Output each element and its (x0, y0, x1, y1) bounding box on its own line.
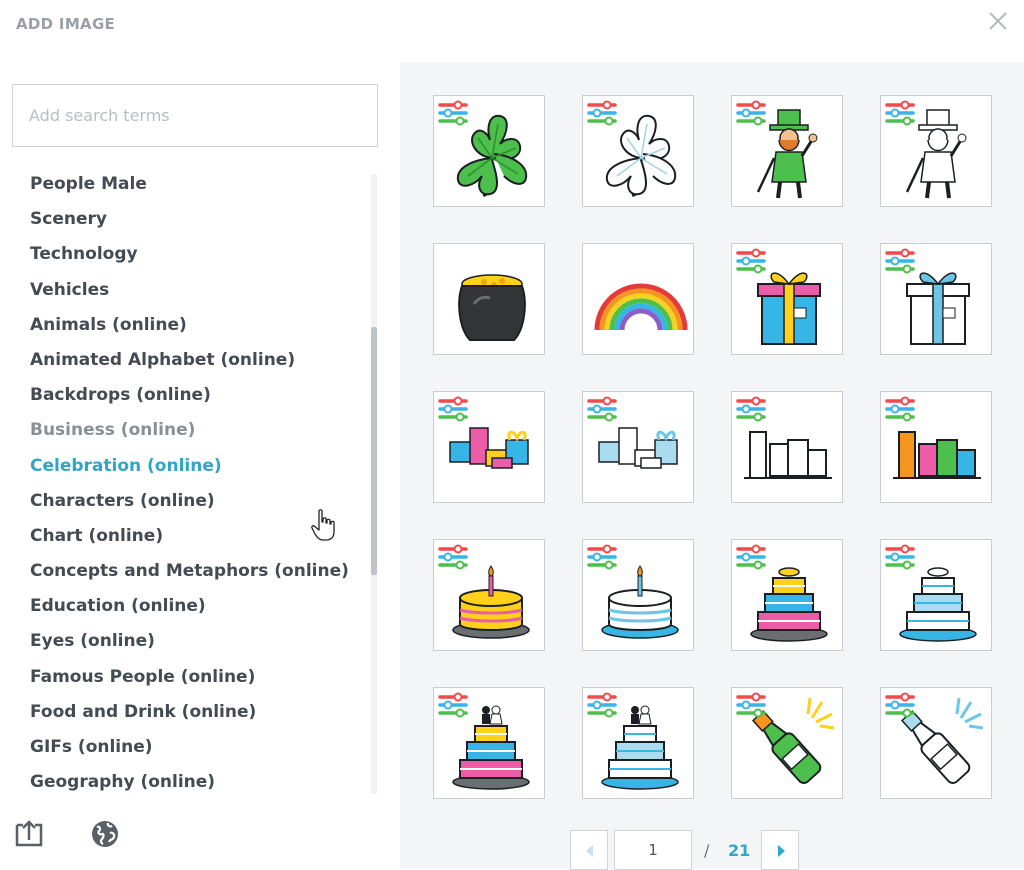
category-item[interactable]: Technology (0, 237, 380, 272)
image-thumbnail[interactable] (433, 95, 545, 207)
image-thumbnail[interactable] (582, 95, 694, 207)
animated-badge-icon (885, 100, 915, 126)
upload-icon (15, 820, 43, 847)
leprechaun-outline-icon (885, 100, 967, 199)
image-thumbnail[interactable] (433, 687, 545, 799)
birthday-cake-blue-icon (587, 544, 679, 639)
birthday-cake-color-icon (438, 544, 530, 639)
image-thumbnail[interactable] (582, 539, 694, 651)
category-item[interactable]: Backdrops (online) (0, 378, 380, 413)
category-item[interactable]: Animals (online) (0, 308, 380, 343)
image-thumbnail[interactable] (582, 687, 694, 799)
chevron-right-icon (778, 845, 785, 857)
wedding-cake-color-icon (438, 692, 530, 790)
dialog-title: ADD IMAGE (16, 15, 116, 33)
gift-bags-color-icon (885, 396, 981, 479)
category-item[interactable]: Geography (online) (0, 765, 380, 797)
image-thumbnail[interactable] (731, 95, 843, 207)
page-separator: / (704, 841, 710, 860)
image-thumbnail[interactable] (731, 539, 843, 651)
animated-badge-icon (736, 544, 766, 570)
category-item[interactable]: Celebration (online) (0, 449, 380, 484)
image-thumbnail[interactable] (582, 243, 694, 355)
category-panel: People MaleSceneryTechnologyVehiclesAnim… (0, 62, 400, 869)
animated-badge-icon (885, 692, 915, 718)
animated-badge-icon (885, 544, 915, 570)
category-item[interactable]: Animated Alphabet (online) (0, 343, 380, 378)
category-item[interactable]: Food and Drink (online) (0, 695, 380, 730)
animated-badge-icon (885, 396, 915, 422)
scrollbar-thumb[interactable] (371, 327, 377, 575)
close-icon (989, 12, 1007, 30)
category-item[interactable]: Vehicles (0, 273, 380, 308)
upload-button[interactable] (12, 817, 46, 851)
image-results-panel: / 21 (400, 62, 1024, 870)
animated-badge-icon (438, 100, 468, 126)
category-item[interactable]: Famous People (online) (0, 660, 380, 695)
hand-cursor-icon (311, 509, 335, 541)
page-number-input[interactable] (614, 830, 692, 870)
shamrock-green-icon (438, 100, 528, 198)
leprechaun-color-icon (736, 100, 818, 199)
tiered-cake-blue-icon (885, 544, 977, 642)
gift-box-color-icon (736, 248, 821, 345)
category-list-container: People Male Scenery Technology Vehicles Anim… (0, 167, 380, 797)
image-thumbnail[interactable] (880, 243, 992, 355)
animated-badge-icon (438, 692, 468, 718)
category-item[interactable]: Concepts and Metaphors (online) (0, 554, 380, 589)
image-thumbnail[interactable] (880, 391, 992, 503)
animated-badge-icon (736, 248, 766, 274)
category-item[interactable]: Business (online) (0, 413, 380, 448)
wedding-cake-blue-icon (587, 692, 679, 790)
image-thumbnail[interactable] (433, 243, 545, 355)
gift-bags-blue-icon (736, 396, 832, 479)
shamrock-outline-icon (587, 100, 677, 198)
bottom-toolbar (0, 817, 400, 867)
category-list: People Male Scenery Technology Vehicles Anim… (0, 167, 380, 797)
web-search-button[interactable] (88, 817, 122, 851)
category-item[interactable]: Scenery (0, 202, 380, 237)
rainbow-icon (594, 283, 688, 331)
image-thumbnail[interactable] (433, 391, 545, 503)
champagne-bottle-color-icon (736, 692, 835, 784)
animated-badge-icon (587, 396, 617, 422)
image-thumbnail[interactable] (433, 539, 545, 651)
category-item[interactable]: Eyes (online) (0, 624, 380, 659)
image-thumbnail[interactable] (880, 687, 992, 799)
image-thumbnail[interactable] (731, 243, 843, 355)
tiered-cake-color-icon (736, 544, 828, 642)
total-pages: 21 (728, 841, 751, 860)
champagne-bottle-blue-icon (885, 692, 984, 784)
image-thumbnail[interactable] (582, 391, 694, 503)
chevron-left-icon (586, 845, 593, 857)
gift-pile-color-icon (438, 396, 529, 469)
next-page-button[interactable] (761, 830, 799, 870)
category-item[interactable]: Education (online) (0, 589, 380, 624)
close-button[interactable] (986, 9, 1010, 33)
animated-badge-icon (736, 692, 766, 718)
animated-badge-icon (587, 544, 617, 570)
search-input[interactable] (12, 84, 378, 147)
gift-pile-blue-icon (587, 396, 678, 469)
animated-badge-icon (885, 248, 915, 274)
pagination: / 21 (570, 830, 870, 870)
animated-badge-icon (587, 100, 617, 126)
category-item[interactable]: GIFs (online) (0, 730, 380, 765)
gift-box-blue-icon (885, 248, 970, 345)
image-thumbnail[interactable] (880, 539, 992, 651)
image-thumbnail[interactable] (731, 687, 843, 799)
animated-badge-icon (587, 692, 617, 718)
image-thumbnail[interactable] (731, 391, 843, 503)
animated-badge-icon (438, 396, 468, 422)
prev-page-button[interactable] (570, 830, 608, 870)
pot-of-gold-icon (458, 274, 526, 341)
image-thumbnail[interactable] (880, 95, 992, 207)
animated-badge-icon (736, 100, 766, 126)
animated-badge-icon (438, 544, 468, 570)
category-item[interactable]: People Male (0, 167, 380, 202)
dialog-header: ADD IMAGE (0, 0, 1024, 62)
animated-badge-icon (736, 396, 766, 422)
globe-icon (92, 821, 118, 847)
